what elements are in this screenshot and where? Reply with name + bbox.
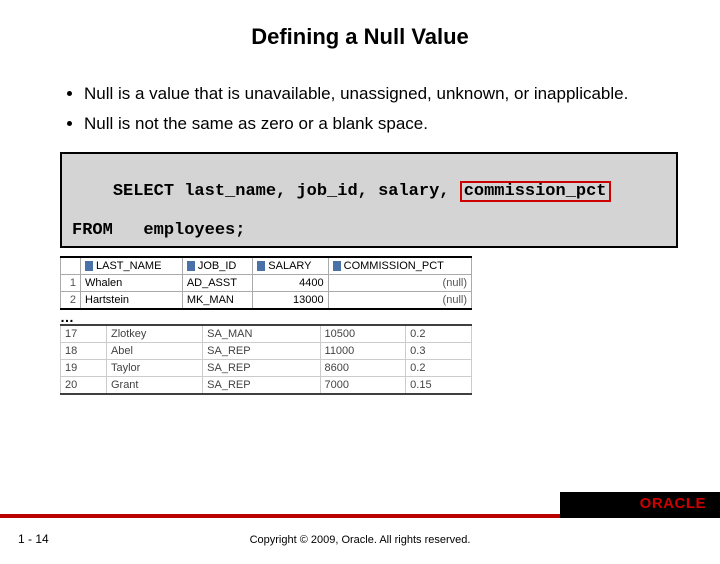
col-header: SALARY xyxy=(253,257,328,275)
oracle-logo: ORACLE xyxy=(640,495,706,512)
sql-code-box: SELECT last_name, job_id, salary, commis… xyxy=(60,152,678,248)
col-header: COMMISSION_PCT xyxy=(328,257,471,275)
column-icon xyxy=(333,261,341,271)
bullet-item: Null is not the same as zero or a blank … xyxy=(84,112,720,136)
column-icon xyxy=(257,261,265,271)
bullet-item: Null is a value that is unavailable, una… xyxy=(84,82,720,106)
slide-title: Defining a Null Value xyxy=(0,24,720,50)
result-grid-bottom: 17ZlotkeySA_MAN105000.2 18AbelSA_REP1100… xyxy=(60,324,472,395)
table-row: 18AbelSA_REP110000.3 xyxy=(61,342,472,359)
column-icon xyxy=(85,261,93,271)
sql-select-keyword: SELECT xyxy=(113,182,184,201)
table-row: 2HartsteinMK_MAN13000(null) xyxy=(61,291,472,309)
column-icon xyxy=(187,261,195,271)
bullet-list: Null is a value that is unavailable, una… xyxy=(64,82,720,136)
table-row: 17ZlotkeySA_MAN105000.2 xyxy=(61,325,472,343)
sql-columns: last_name, job_id, salary, xyxy=(184,182,459,201)
table-row: 1WhalenAD_ASST4400(null) xyxy=(61,274,472,291)
table-row: 19TaylorSA_REP86000.2 xyxy=(61,359,472,376)
col-header: JOB_ID xyxy=(182,257,252,275)
col-header: LAST_NAME xyxy=(81,257,183,275)
footer-bar xyxy=(0,514,720,518)
sql-from-line: FROM employees; xyxy=(72,221,666,240)
table-row: 20GrantSA_REP70000.15 xyxy=(61,376,472,394)
row-header-blank xyxy=(61,257,81,275)
ellipsis: … xyxy=(60,310,720,324)
result-grid-top: LAST_NAME JOB_ID SALARY COMMISSION_PCT 1… xyxy=(60,256,472,310)
sql-highlight-commission: commission_pct xyxy=(460,181,611,202)
copyright-text: Copyright © 2009, Oracle. All rights res… xyxy=(0,534,720,546)
